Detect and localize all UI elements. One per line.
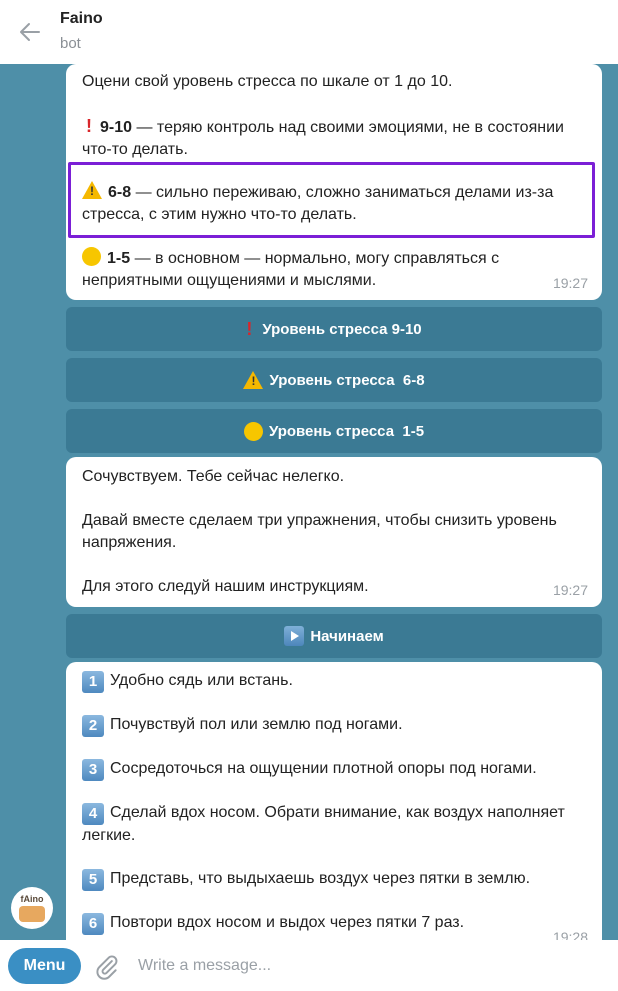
keycap-6-icon: 6 — [82, 913, 104, 935]
paperclip-icon[interactable] — [94, 954, 120, 980]
message-text: Оцени свой уровень стресса по шкале от 1… — [82, 73, 453, 90]
stress-1-5-button[interactable]: Уровень стресса 1-5 — [66, 409, 602, 453]
warning-icon — [243, 371, 264, 389]
keycap-2-icon: 2 — [82, 715, 104, 737]
step-item: 1 Удобно сядь или встань. — [82, 670, 576, 693]
chat-title[interactable]: Faino — [60, 10, 103, 28]
red-exclamation-icon: ! — [246, 318, 253, 339]
step-item: 2 Почувствуй пол или землю под ногами. — [82, 714, 576, 737]
step-item: 4 Сделай вдох носом. Обрати внимание, как… — [82, 803, 565, 844]
keycap-4-icon: 4 — [82, 803, 104, 825]
chat-header: Faino bot — [0, 0, 618, 64]
stress-9-10-button[interactable]: ! Уровень стресса 9-10 — [66, 307, 602, 351]
message-text: Давай вместе сделаем три упражнения, что… — [82, 512, 557, 551]
keycap-3-icon: 3 — [82, 759, 104, 781]
step-item: 5 Представь, что выдыхаешь воздух через п… — [82, 868, 576, 891]
yellow-circle-icon — [243, 421, 263, 441]
yellow-circle-icon — [82, 247, 101, 266]
message-text: Для этого следуй нашим инструкциям. — [82, 578, 369, 595]
composer-bar: Menu — [0, 940, 618, 991]
message-text: Сочувствуем. Тебе сейчас нелегко. — [82, 468, 345, 485]
message-input[interactable] — [138, 950, 598, 982]
avatar-logo-icon — [19, 906, 45, 922]
step-item: 6 Повтори вдох носом и выдох через пятки … — [82, 912, 576, 935]
message-time: 19:28 — [552, 929, 588, 940]
message-bubble: Оцени свой уровень стресса по шкале от 1… — [66, 64, 602, 300]
keycap-1-icon: 1 — [82, 671, 104, 693]
back-button[interactable] — [10, 12, 50, 52]
chat-area[interactable]: Оцени свой уровень стресса по шкале от 1… — [0, 64, 618, 940]
message-bubble: 1 Удобно сядь или встань. 2 Почувствуй пол… — [66, 662, 602, 940]
arrow-left-icon — [20, 23, 40, 41]
bot-avatar[interactable]: fAino — [11, 887, 53, 929]
start-button[interactable]: Начинаем — [66, 614, 602, 658]
chat-subtitle: bot — [60, 35, 81, 52]
stress-item-9-10: ! 9-10 — теряю контроль над своими эмоция… — [82, 116, 564, 158]
warning-icon — [82, 181, 102, 199]
menu-button[interactable]: Menu — [8, 948, 81, 984]
stress-6-8-button[interactable]: Уровень стресса 6-8 — [66, 358, 602, 402]
stress-item-1-5: 1-5 — в основном — нормально, могу справ… — [82, 247, 576, 292]
keycap-5-icon: 5 — [82, 869, 104, 891]
step-item: 3 Сосредоточься на ощущении плотной опоры… — [82, 758, 576, 781]
play-icon — [284, 626, 305, 646]
message-bubble: Сочувствуем. Тебе сейчас нелегко. Давай … — [66, 457, 602, 607]
stress-item-6-8: 6-8 — сильно переживаю, сложно заниматьс… — [82, 181, 576, 226]
message-time: 19:27 — [552, 582, 588, 598]
avatar-logo-text: fAino — [20, 894, 44, 904]
message-time: 19:27 — [552, 275, 588, 291]
red-exclamation-icon: ! — [86, 116, 92, 136]
